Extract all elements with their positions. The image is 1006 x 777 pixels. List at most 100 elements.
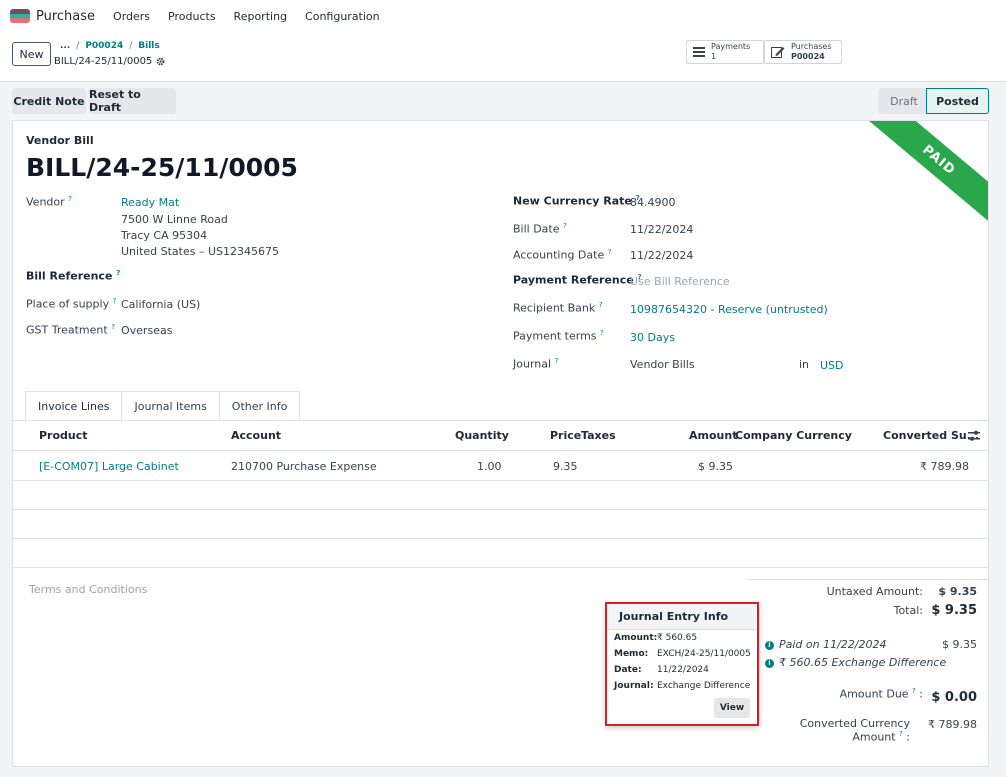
col-account[interactable]: Account bbox=[231, 429, 281, 442]
recipient-bank-label: Recipient Bank ? bbox=[513, 301, 603, 315]
untaxed-amount-label: Untaxed Amount: bbox=[826, 585, 923, 598]
totals-divider bbox=[747, 579, 988, 580]
purchases-ref: P00024 bbox=[791, 52, 825, 61]
table-row-empty bbox=[13, 510, 988, 539]
breadcrumb: ... / P00024 / Bills bbox=[60, 41, 160, 51]
view-button[interactable]: View bbox=[714, 698, 750, 718]
record-name: BILL/24-25/11/0005 bbox=[54, 56, 165, 67]
paid-ribbon: PAID bbox=[856, 121, 988, 233]
status-draft[interactable]: Draft bbox=[878, 88, 930, 114]
payments-label: Payments bbox=[711, 42, 751, 51]
vendor-name[interactable]: Ready Mat bbox=[121, 196, 179, 209]
payment-terms-field[interactable]: 30 Days bbox=[630, 331, 675, 344]
currency-rate-field[interactable]: 84.4900 bbox=[630, 196, 676, 209]
recipient-bank-field[interactable]: 10987654320 - Reserve (untrusted) bbox=[630, 303, 828, 316]
row-quantity[interactable]: 1.00 bbox=[477, 460, 502, 473]
accounting-date-field[interactable]: 11/22/2024 bbox=[630, 249, 693, 262]
paid-on-line[interactable]: i Paid on 11/22/2024 bbox=[765, 638, 887, 651]
gst-treatment-label: GST Treatment ? bbox=[26, 323, 115, 337]
breadcrumb-ellipsis[interactable]: ... bbox=[60, 41, 70, 51]
popover-memo-row: Memo: EXCH/24-25/11/0005 bbox=[614, 649, 751, 659]
purchases-label: Purchases bbox=[791, 42, 832, 51]
amount-due-label: Amount Due ? : bbox=[839, 687, 923, 701]
info-icon: i bbox=[765, 659, 774, 668]
journal-label: Journal ? bbox=[513, 357, 559, 371]
row-converted: ₹ 789.98 bbox=[920, 460, 969, 473]
row-price[interactable]: 9.35 bbox=[553, 460, 578, 473]
tab-journal-items[interactable]: Journal Items bbox=[121, 391, 220, 421]
list-icon bbox=[693, 47, 705, 57]
status-bar: Credit Note Reset to Draft Draft Posted bbox=[0, 82, 1006, 120]
purchase-app-icon[interactable] bbox=[10, 9, 30, 23]
breadcrumb-bills[interactable]: Bills bbox=[138, 41, 159, 51]
control-panel: New ... / P00024 / Bills BILL/24-25/11/0… bbox=[0, 32, 1006, 82]
popover-date-row: Date: 11/22/2024 bbox=[614, 665, 709, 675]
bill-date-field[interactable]: 11/22/2024 bbox=[630, 223, 693, 236]
payment-reference-label: Payment Reference ? bbox=[513, 273, 642, 287]
currency-field[interactable]: USD bbox=[820, 359, 844, 372]
vendor-address-line: 7500 W Linne Road bbox=[121, 213, 228, 226]
col-quantity[interactable]: Quantity bbox=[455, 429, 509, 442]
menu-reporting[interactable]: Reporting bbox=[234, 10, 287, 23]
in-label: in bbox=[799, 358, 810, 371]
amount-due: $ 0.00 bbox=[931, 690, 977, 705]
col-converted[interactable]: Converted Su... bbox=[883, 429, 979, 442]
bill-date-label: Bill Date ? bbox=[513, 222, 567, 236]
table-header: Product Account Quantity Price Taxes Amo… bbox=[13, 421, 988, 451]
converted-amount-label: Converted Currency Amount ? : bbox=[799, 717, 910, 744]
tab-other-info[interactable]: Other Info bbox=[218, 391, 301, 421]
row-product[interactable]: [E-COM07] Large Cabinet bbox=[39, 460, 179, 473]
status-posted[interactable]: Posted bbox=[926, 88, 989, 114]
credit-note-button[interactable]: Credit Note bbox=[12, 88, 86, 114]
currency-rate-label: New Currency Rate ? bbox=[513, 194, 640, 208]
col-price[interactable]: Price bbox=[550, 429, 581, 442]
gear-icon[interactable] bbox=[156, 57, 165, 66]
journal-field[interactable]: Vendor Bills bbox=[630, 358, 695, 371]
row-amount: $ 9.35 bbox=[698, 460, 733, 473]
info-icon: i bbox=[765, 641, 774, 650]
menu-orders[interactable]: Orders bbox=[113, 10, 150, 23]
document-title: BILL/24-25/11/0005 bbox=[26, 153, 298, 182]
col-company-currency[interactable]: Company Currency bbox=[735, 429, 852, 442]
popover-journal-row: Journal: Exchange Difference bbox=[614, 681, 751, 691]
journal-entry-popover: Journal Entry Info Amount:₹ 560.65 Memo:… bbox=[605, 602, 759, 726]
menu-configuration[interactable]: Configuration bbox=[305, 10, 380, 23]
reset-to-draft-button[interactable]: Reset to Draft bbox=[89, 88, 176, 114]
payments-smart-button[interactable]: Payments 1 bbox=[686, 40, 764, 64]
menu-products[interactable]: Products bbox=[168, 10, 216, 23]
edit-icon bbox=[771, 47, 785, 58]
vendor-address-line: United States – US12345675 bbox=[121, 245, 280, 258]
purchases-smart-button[interactable]: Purchases P00024 bbox=[764, 40, 842, 64]
col-taxes[interactable]: Taxes bbox=[581, 429, 616, 442]
popover-title: Journal Entry Info bbox=[607, 604, 757, 630]
gst-treatment-field[interactable]: Overseas bbox=[121, 324, 172, 337]
notebook-tabs: Invoice Lines Journal Items Other Info bbox=[25, 391, 301, 421]
place-of-supply-label: Place of supply ? bbox=[26, 297, 117, 311]
row-account[interactable]: 210700 Purchase Expense bbox=[231, 460, 377, 473]
popover-amount-row: Amount:₹ 560.65 bbox=[614, 633, 698, 643]
app-name[interactable]: Purchase bbox=[36, 9, 95, 24]
payments-count: 1 bbox=[711, 52, 717, 61]
place-of-supply-field[interactable]: California (US) bbox=[121, 298, 200, 311]
untaxed-amount: $ 9.35 bbox=[938, 585, 977, 598]
terms-input[interactable]: Terms and Conditions bbox=[29, 583, 147, 596]
exchange-difference-line[interactable]: i ₹ 560.65 Exchange Difference bbox=[765, 656, 946, 669]
breadcrumb-po[interactable]: P00024 bbox=[85, 41, 123, 51]
col-amount[interactable]: Amount bbox=[689, 429, 737, 442]
vendor-label: Vendor ? bbox=[26, 195, 72, 209]
table-row[interactable]: [E-COM07] Large Cabinet 210700 Purchase … bbox=[13, 452, 988, 481]
col-product[interactable]: Product bbox=[39, 429, 88, 442]
table-row-empty bbox=[13, 481, 988, 510]
payment-terms-label: Payment terms ? bbox=[513, 329, 604, 343]
column-settings-icon[interactable] bbox=[968, 430, 980, 442]
tab-invoice-lines[interactable]: Invoice Lines bbox=[25, 391, 123, 421]
total-amount: $ 9.35 bbox=[931, 603, 977, 618]
new-button[interactable]: New bbox=[12, 42, 51, 66]
paid-amount: $ 9.35 bbox=[942, 638, 977, 651]
converted-amount: ₹ 789.98 bbox=[928, 718, 977, 731]
total-label: Total: bbox=[893, 604, 923, 617]
form-sheet: PAID Vendor Bill BILL/24-25/11/0005 Vend… bbox=[12, 120, 989, 767]
accounting-date-label: Accounting Date ? bbox=[513, 248, 612, 262]
payment-reference-input[interactable]: Use Bill Reference bbox=[630, 275, 730, 288]
bill-reference-label: Bill Reference ? bbox=[26, 269, 121, 283]
